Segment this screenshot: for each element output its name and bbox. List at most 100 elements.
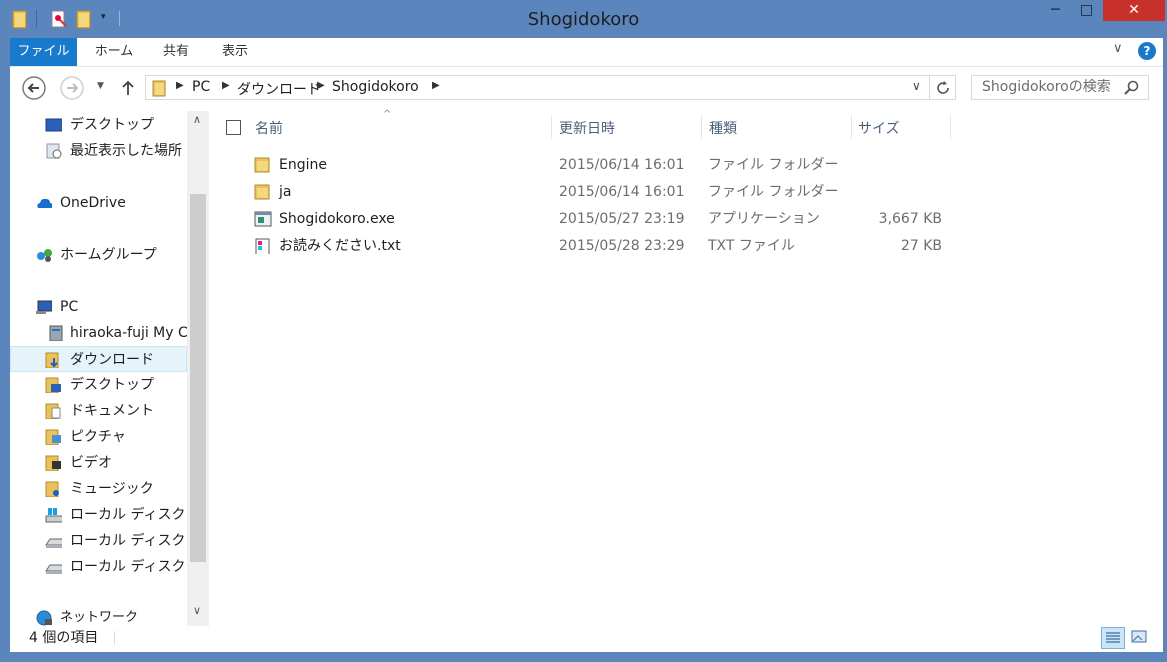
nav-item-downloads[interactable]: ダウンロード — [10, 346, 187, 372]
local-disk-icon — [45, 508, 62, 523]
nav-item-videos[interactable]: ビデオ — [10, 450, 187, 476]
minimize-button[interactable]: ─ — [1040, 0, 1071, 21]
homegroup-icon — [37, 249, 52, 262]
table-row[interactable]: Engine 2015/06/14 16:01 ファイル フォルダー — [209, 152, 1163, 179]
column-divider[interactable] — [551, 115, 552, 139]
scrollbar-thumb[interactable] — [190, 194, 206, 562]
refresh-icon — [937, 81, 949, 94]
refresh-button[interactable] — [930, 75, 956, 100]
help-icon[interactable]: ? — [1138, 42, 1156, 60]
recent-places-icon — [46, 143, 62, 159]
music-folder-icon — [45, 481, 59, 497]
nav-item-label: ドキュメント — [70, 403, 154, 419]
back-button[interactable] — [22, 76, 46, 100]
nav-item-pc[interactable]: PC — [10, 294, 187, 320]
item-count: 4 個の項目 — [29, 630, 99, 646]
folder-icon — [152, 80, 166, 97]
pictures-folder-icon — [45, 429, 61, 445]
details-view-button[interactable] — [1101, 627, 1125, 649]
nav-item-network-drive[interactable]: hiraoka-fuji My C — [10, 320, 187, 346]
nav-item-pictures[interactable]: ピクチャ — [10, 424, 187, 450]
expand-ribbon-icon[interactable]: ∨ — [1113, 41, 1123, 56]
large-icons-view-icon — [1131, 630, 1147, 643]
file-type: ファイル フォルダー — [708, 184, 839, 200]
file-date: 2015/05/28 23:29 — [559, 238, 685, 254]
recent-locations-dropdown[interactable]: ▼ — [97, 81, 104, 91]
nav-item-label: ネットワーク — [60, 610, 139, 625]
scroll-down-icon[interactable]: ∨ — [193, 604, 201, 617]
nav-item-local-disk-f[interactable]: ローカル ディスク (F: — [10, 554, 187, 580]
breadcrumb-chevron-icon[interactable]: ▶ — [222, 80, 230, 91]
documents-folder-icon — [45, 403, 61, 419]
application-icon — [254, 211, 272, 227]
nav-item-label: デスクトップ — [70, 117, 154, 133]
column-header-type[interactable]: 種類 — [709, 118, 737, 138]
explorer-window: ▾ Shogidokoro ─ □ ✕ ファイル ホーム 共有 表示 ∨ ? ▼… — [0, 0, 1167, 662]
title-bar: ▾ Shogidokoro ─ □ ✕ — [0, 0, 1167, 38]
nav-item-label: ホームグループ — [60, 247, 157, 263]
file-type: アプリケーション — [708, 211, 820, 227]
column-header-name[interactable]: 名前 — [255, 118, 283, 138]
file-name: お読みください.txt — [279, 238, 401, 254]
nav-item-homegroup[interactable]: ホームグループ — [10, 242, 187, 268]
close-button[interactable]: ✕ — [1103, 0, 1165, 21]
scroll-up-icon[interactable]: ∧ — [193, 113, 201, 126]
nav-item-label: ローカル ディスク (F: — [70, 559, 187, 575]
address-history-dropdown[interactable]: ∨ — [912, 79, 921, 93]
disk-drive-icon — [45, 538, 62, 548]
maximize-button[interactable]: □ — [1071, 0, 1102, 21]
column-divider[interactable] — [950, 115, 951, 139]
nav-scrollbar[interactable]: ∧ ∨ — [187, 111, 209, 626]
nav-item-network[interactable]: ネットワーク — [10, 605, 187, 626]
file-size: 27 KB — [900, 238, 942, 254]
nav-item-desktop[interactable]: デスクトップ — [10, 112, 187, 138]
nav-item-label: ミュージック — [70, 481, 154, 497]
nav-item-documents[interactable]: ドキュメント — [10, 398, 187, 424]
table-row[interactable]: お読みください.txt 2015/05/28 23:29 TXT ファイル 27… — [209, 233, 1163, 260]
file-name: Shogidokoro.exe — [279, 211, 395, 227]
address-bar[interactable]: ▶ PC ▶ ダウンロード ▶ Shogidokoro ▶ ∨ — [145, 75, 930, 100]
pc-icon — [36, 300, 52, 314]
breadcrumb-shogidokoro[interactable]: Shogidokoro — [332, 79, 419, 95]
nav-item-onedrive[interactable]: OneDrive — [10, 190, 187, 216]
nav-item-recent-places[interactable]: 最近表示した場所 — [10, 138, 187, 164]
onedrive-icon — [37, 198, 52, 208]
navigation-pane: デスクトップ 最近表示した場所 OneDrive ホームグループ PC hira… — [10, 111, 187, 626]
file-list: ^ 名前 更新日時 種類 サイズ Engine 2015/06/14 16:01… — [209, 109, 1163, 626]
ribbon-tabs: ファイル ホーム 共有 表示 ∨ ? — [10, 38, 1163, 67]
folder-icon — [254, 157, 270, 173]
breadcrumb-chevron-icon[interactable]: ▶ — [432, 80, 440, 91]
nav-item-label: ピクチャ — [70, 429, 126, 445]
search-icon — [1124, 80, 1139, 95]
table-row[interactable]: Shogidokoro.exe 2015/05/27 23:19 アプリケーショ… — [209, 206, 1163, 233]
column-divider[interactable] — [701, 115, 702, 139]
up-arrow-icon[interactable] — [121, 80, 135, 96]
file-date: 2015/06/14 16:01 — [559, 157, 685, 173]
folder-icon — [254, 184, 270, 200]
forward-button[interactable] — [60, 76, 84, 100]
large-icons-view-button[interactable] — [1127, 627, 1151, 649]
nav-item-local-disk-d[interactable]: ローカル ディスク (D — [10, 528, 187, 554]
nav-item-label: デスクトップ — [70, 377, 154, 393]
table-row[interactable]: ja 2015/06/14 16:01 ファイル フォルダー — [209, 179, 1163, 206]
tab-view[interactable]: 表示 — [209, 38, 261, 66]
select-all-checkbox[interactable] — [226, 120, 241, 135]
status-bar: 4 個の項目 — [10, 626, 1163, 652]
disk-drive-icon — [45, 564, 62, 574]
breadcrumb-chevron-icon[interactable]: ▶ — [176, 80, 184, 91]
tab-file[interactable]: ファイル — [10, 38, 77, 66]
breadcrumb-downloads[interactable]: ダウンロード — [237, 79, 321, 99]
column-divider[interactable] — [851, 115, 852, 139]
breadcrumb-pc[interactable]: PC — [192, 79, 210, 95]
tab-home[interactable]: ホーム — [84, 38, 144, 66]
file-date: 2015/06/14 16:01 — [559, 184, 685, 200]
nav-item-music[interactable]: ミュージック — [10, 476, 187, 502]
nav-item-desktop-folder[interactable]: デスクトップ — [10, 372, 187, 398]
column-header-size[interactable]: サイズ — [858, 118, 900, 138]
nav-item-local-disk-c[interactable]: ローカル ディスク (C — [10, 502, 187, 528]
breadcrumb-chevron-icon[interactable]: ▶ — [317, 80, 325, 91]
search-input[interactable]: Shogidokoroの検索 — [971, 75, 1149, 100]
column-header-date[interactable]: 更新日時 — [559, 118, 615, 138]
tab-share[interactable]: 共有 — [150, 38, 202, 66]
nav-item-label: ローカル ディスク (C — [70, 507, 187, 523]
